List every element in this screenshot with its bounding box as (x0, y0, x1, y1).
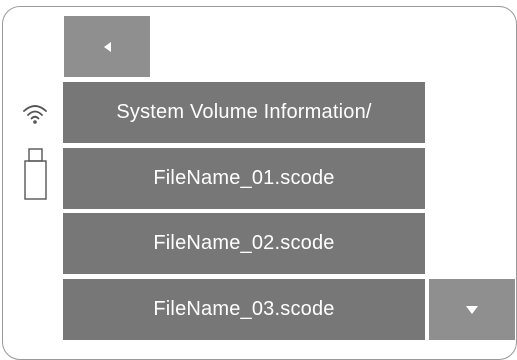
file-list-item[interactable]: FileName_02.scode (63, 213, 425, 274)
file-list-item-label: FileName_03.scode (153, 298, 335, 320)
back-button[interactable] (64, 16, 150, 77)
file-list-item[interactable]: System Volume Information/ (63, 82, 425, 143)
wifi-icon (23, 105, 47, 124)
file-list-item-label: System Volume Information/ (116, 101, 372, 123)
file-list-item[interactable]: FileName_01.scode (63, 148, 425, 209)
scroll-down-icon (466, 305, 478, 314)
file-list-item[interactable]: FileName_03.scode (63, 279, 425, 340)
scroll-down-button[interactable] (429, 279, 515, 340)
usb-drive-icon (24, 148, 47, 200)
file-list-item-label: FileName_01.scode (153, 167, 335, 189)
back-arrow-icon (103, 41, 111, 52)
file-list-item-label: FileName_02.scode (153, 232, 335, 254)
